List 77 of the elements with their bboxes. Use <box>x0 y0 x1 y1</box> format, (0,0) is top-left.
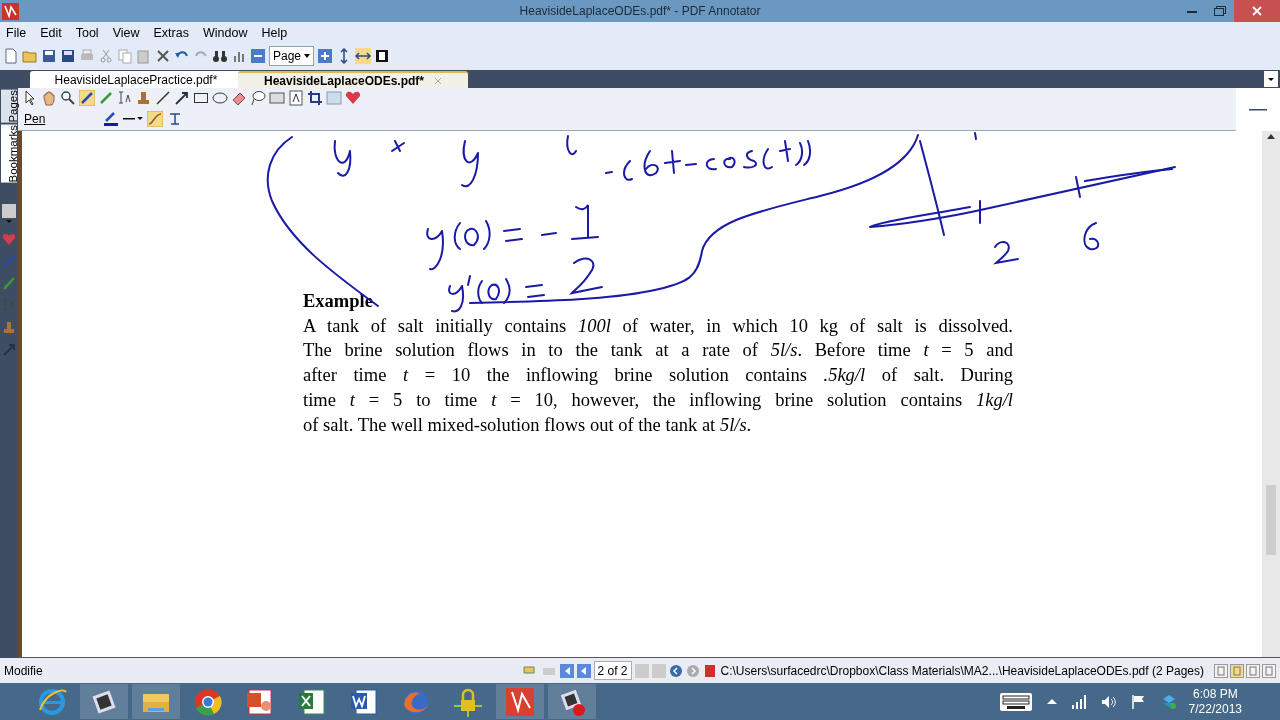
facing-view-icon[interactable] <box>1262 663 1276 678</box>
example-heading: Example <box>303 290 373 313</box>
side-tab[interactable]: Bookmarks <box>1 124 17 183</box>
scrollbar[interactable] <box>1262 131 1280 657</box>
menu-item[interactable]: Window <box>202 23 248 43</box>
dash-icon[interactable] <box>1249 108 1267 111</box>
keyboard-icon[interactable] <box>998 691 1033 712</box>
rectangle-icon[interactable] <box>193 90 209 106</box>
menu-item[interactable]: File <box>6 23 27 43</box>
restore-icon <box>1214 6 1226 16</box>
tool-label: Pen <box>23 111 47 128</box>
document-tab[interactable]: HeavisideLaplaceODEs.pdf* <box>238 71 468 88</box>
two-page-view-icon[interactable] <box>1246 663 1260 678</box>
stamp-icon[interactable] <box>2 320 16 335</box>
forward-icon[interactable] <box>686 663 701 678</box>
zoom-dropdown[interactable]: Page <box>269 46 315 66</box>
signal-icon[interactable] <box>1070 693 1087 710</box>
pdf-app-icon <box>504 685 536 718</box>
window-title: HeavisideLaplaceODEs.pdf* - PDF Annotator <box>518 3 762 20</box>
continuous-view-icon[interactable] <box>1230 663 1244 678</box>
pen-icon[interactable] <box>79 90 95 106</box>
crop-icon[interactable] <box>307 90 323 106</box>
delete-icon[interactable] <box>155 48 171 64</box>
side-tab[interactable]: Pages <box>1 90 17 123</box>
status-text: Modifie <box>4 662 44 680</box>
file-path: C:\Users\surfacedrc\Dropbox\Class Materials\MA2...\HeavisideLaplaceODEs.pdf (2 Pages) <box>720 662 1204 680</box>
fit-width-icon[interactable] <box>355 48 372 64</box>
taskbar-app-button[interactable] <box>496 684 544 719</box>
page-number-field[interactable]: 2 of 2 <box>594 661 633 680</box>
text-align-icon[interactable] <box>167 111 183 127</box>
menu-item[interactable]: Help <box>261 23 288 43</box>
menu-item[interactable]: Edit <box>40 23 62 43</box>
scrollbar-thumb[interactable] <box>1266 485 1276 555</box>
eraser-icon[interactable] <box>231 90 247 106</box>
smoothing-icon[interactable] <box>147 111 163 127</box>
arrow-icon[interactable] <box>174 90 190 106</box>
menu-item[interactable]: Extras <box>153 23 189 43</box>
problem-paragraph: A tank of salt initially contains 100l of water, in which 10 kg of salt is dissolved. The brine solution flows in to the tank at a rate of 5l/s. Before time t = 5 and after time t = 10 the inflowing brine solution contains .5kg/l of salt. During time t = 5 to time t = 10, however, the inflowing brine solution contains 1kg/l of salt. The well mixed-solution flows out of the tank at 5l/s. <box>303 314 1013 437</box>
clock-time: 6:08 PM <box>1192 686 1238 702</box>
save-all-icon[interactable] <box>60 48 76 64</box>
ellipse-icon[interactable] <box>212 90 228 106</box>
highlighter-icon[interactable] <box>2 276 16 291</box>
binoculars-icon[interactable] <box>212 48 228 64</box>
pdf-file-icon[interactable] <box>703 663 718 678</box>
highlighter-icon[interactable] <box>98 90 114 106</box>
pen-color-icon[interactable] <box>103 111 119 127</box>
taskbar-app-button[interactable] <box>80 684 128 719</box>
previous-page-icon[interactable] <box>577 663 592 678</box>
app-logo-icon <box>2 2 19 20</box>
text-insert-icon[interactable] <box>117 90 133 106</box>
scroll-up-icon <box>1267 133 1275 139</box>
dropdown-icon[interactable] <box>1264 71 1278 87</box>
minimize-icon <box>1187 9 1197 13</box>
back-icon[interactable] <box>669 663 684 678</box>
new-document-icon[interactable] <box>3 48 19 64</box>
full-screen-icon[interactable] <box>374 48 391 64</box>
caret-icon <box>304 54 311 58</box>
speech-bubble-icon[interactable] <box>250 90 266 106</box>
close-icon <box>1252 6 1262 16</box>
thumbnail-icon[interactable] <box>2 204 16 225</box>
text-box-icon[interactable] <box>288 90 304 106</box>
clock-date: 7/22/2013 <box>1188 701 1242 717</box>
heart-icon[interactable] <box>345 90 361 106</box>
save-icon[interactable] <box>41 48 57 64</box>
close-button[interactable] <box>1234 0 1280 22</box>
flag-icon[interactable] <box>1130 693 1147 710</box>
magnifier-icon[interactable] <box>60 90 76 106</box>
stamp-icon[interactable] <box>136 90 152 106</box>
menu-item[interactable]: View <box>112 23 140 43</box>
zoom-out-icon[interactable] <box>250 48 266 64</box>
caret-up-icon[interactable] <box>1046 698 1057 705</box>
menu-item[interactable]: Tool <box>75 23 99 43</box>
line-icon[interactable] <box>155 90 171 106</box>
first-page-icon[interactable] <box>560 663 575 678</box>
single-page-view-icon[interactable] <box>1214 663 1228 678</box>
taskbar-app-button[interactable] <box>548 684 596 719</box>
zoom-in-icon[interactable] <box>317 48 334 64</box>
